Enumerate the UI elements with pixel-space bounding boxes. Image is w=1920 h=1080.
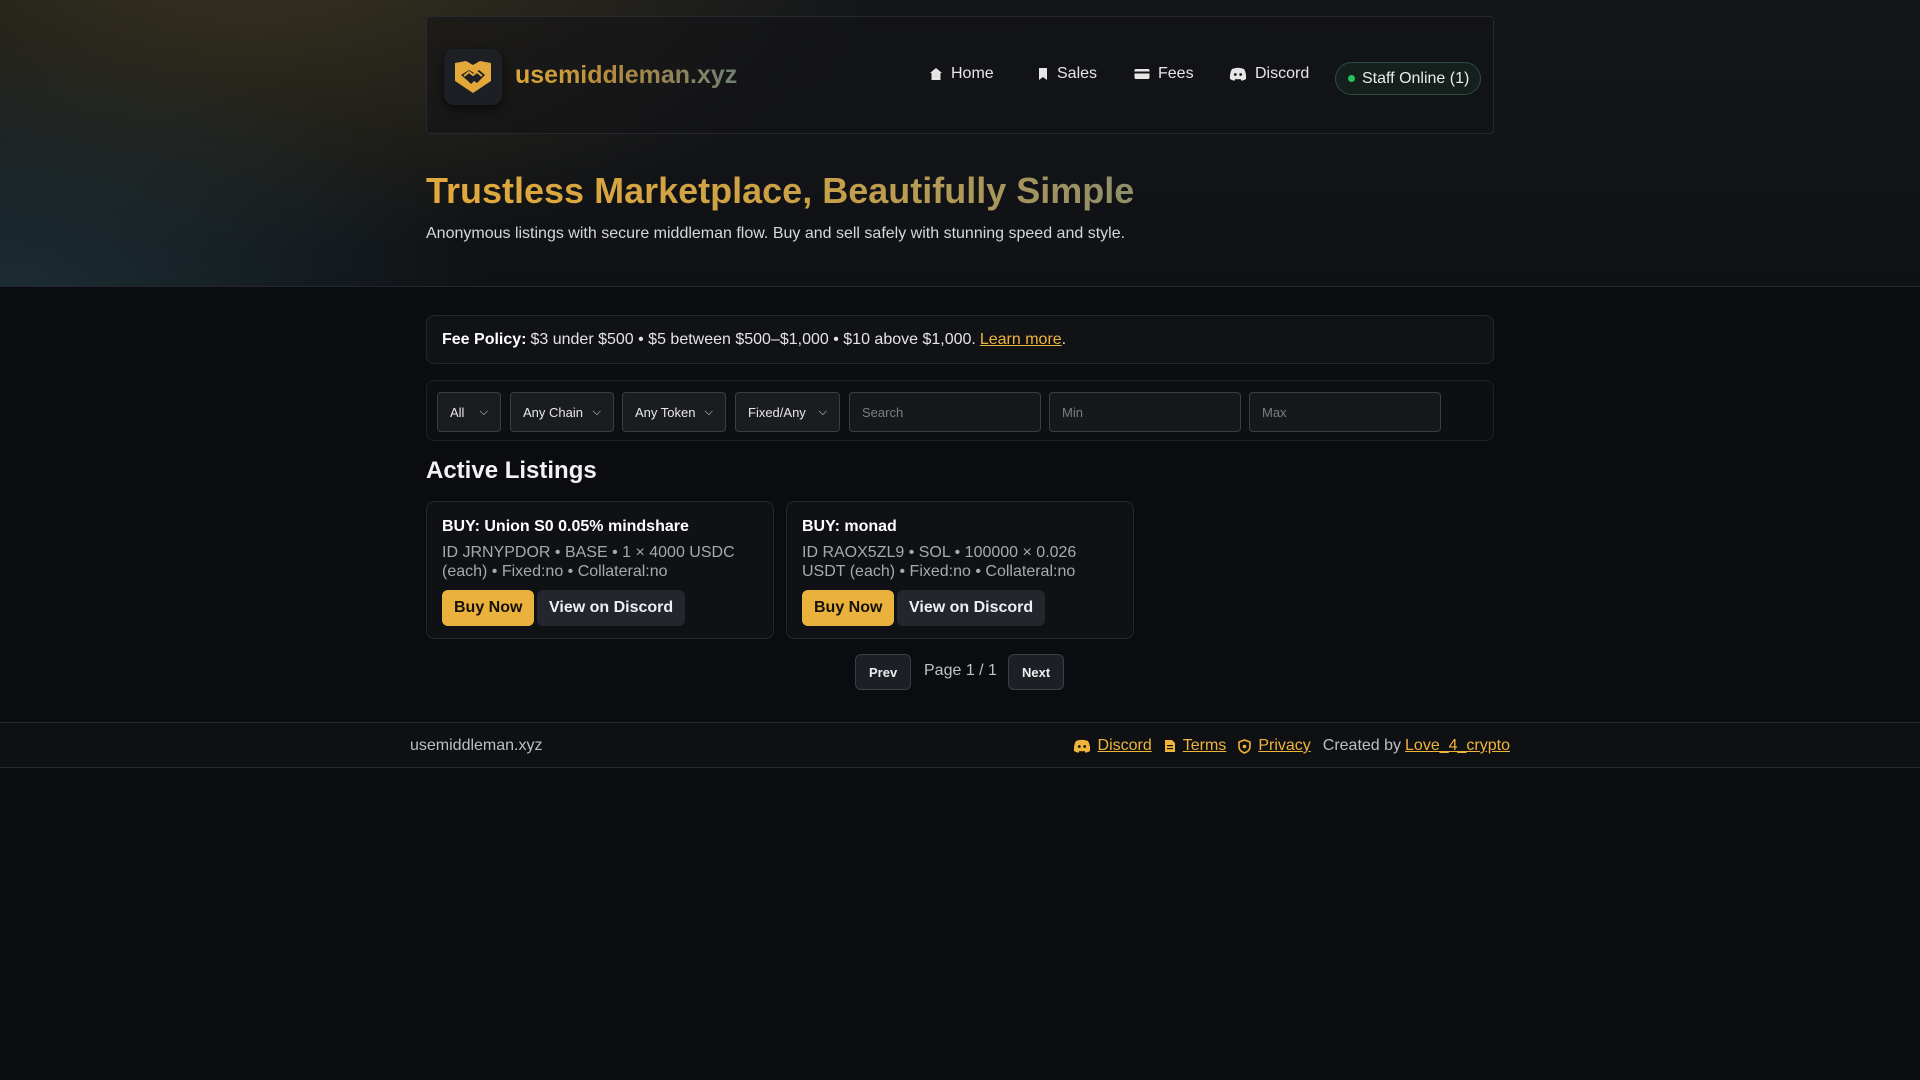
buy-now-button[interactable]: Buy Now <box>442 590 535 626</box>
discord-icon <box>1229 67 1247 81</box>
listing-card: BUY: monad ID RAOX5ZL9 • SOL • 100000 × … <box>786 501 1134 639</box>
listing-title: BUY: Union S0 0.05% mindshare <box>442 518 689 535</box>
brand-name[interactable]: usemiddleman.xyz <box>515 61 737 90</box>
min-price-input[interactable]: Min <box>1049 392 1241 432</box>
learn-more-link[interactable]: Learn more <box>980 331 1062 349</box>
nav-home-label: Home <box>951 65 994 82</box>
fee-policy-end: . <box>1061 330 1067 348</box>
footer-credit: Created by Love_4_crypto <box>1323 737 1510 755</box>
page-title: Trustless Marketplace, Beautifully Simpl… <box>426 170 1135 211</box>
chevron-down-icon: ⌵ <box>704 405 713 418</box>
listing-title: BUY: monad <box>802 518 897 535</box>
nav-sales[interactable]: Sales <box>1037 65 1097 83</box>
max-placeholder: Max <box>1262 404 1287 420</box>
document-icon <box>1164 740 1175 752</box>
chevron-down-icon: ⌵ <box>592 405 601 418</box>
fee-policy-text: $3 under $500 • $5 between $500–$1,000 •… <box>530 330 976 348</box>
type-select[interactable]: All ⌵ <box>437 392 501 432</box>
view-on-discord-button[interactable]: View on Discord <box>897 590 1046 626</box>
footer-discord: Discord <box>1073 737 1152 755</box>
fee-policy-label: Fee Policy: <box>442 330 527 348</box>
page-indicator: Page 1 / 1 <box>924 662 997 679</box>
view-on-discord-button[interactable]: View on Discord <box>537 590 686 626</box>
listing-card: BUY: Union S0 0.05% mindshare ID JRNYPDO… <box>426 501 774 639</box>
logo[interactable] <box>444 49 502 105</box>
search-placeholder: Search <box>862 404 904 420</box>
pricing-select[interactable]: Fixed/Any ⌵ <box>735 392 840 432</box>
pricing-select-value: Fixed/Any <box>748 404 806 420</box>
footer-terms: Terms <box>1164 737 1227 755</box>
min-placeholder: Min <box>1062 404 1083 420</box>
nav-fees-label: Fees <box>1158 65 1194 82</box>
max-price-input[interactable]: Max <box>1249 392 1441 432</box>
bookmark-icon <box>1039 68 1047 80</box>
chain-select[interactable]: Any Chain ⌵ <box>510 392 614 432</box>
home-icon <box>930 68 942 80</box>
page-subtitle: Anonymous listings with secure middleman… <box>426 225 1126 242</box>
header-bar: usemiddleman.xyz Home Sales Fees Discord… <box>426 16 1494 134</box>
next-page-button[interactable]: Next <box>1008 654 1065 690</box>
footer-terms-link[interactable]: Terms <box>1183 737 1227 755</box>
token-select[interactable]: Any Token ⌵ <box>622 392 726 432</box>
footer-created-by: Created by <box>1322 737 1402 754</box>
listing-meta: ID RAOX5ZL9 • SOL • 100000 × 0.026 USDT … <box>802 544 1077 580</box>
nav-discord-label: Discord <box>1255 65 1310 82</box>
listing-meta: ID JRNYPDOR • BASE • 1 × 4000 USDC (each… <box>442 544 735 580</box>
footer-author-link[interactable]: Love_4_crypto <box>1405 737 1510 755</box>
chevron-down-icon: ⌵ <box>818 405 827 418</box>
hero-section: usemiddleman.xyz Home Sales Fees Discord… <box>0 0 1920 287</box>
staff-online-label: Staff Online (1) <box>1362 69 1470 87</box>
token-select-value: Any Token <box>635 404 696 420</box>
online-status-dot <box>1348 75 1355 82</box>
chevron-down-icon: ⌵ <box>479 405 488 418</box>
credit-card-icon <box>1134 69 1150 79</box>
listings-heading: Active Listings <box>426 457 597 484</box>
nav-home[interactable]: Home <box>929 65 994 83</box>
filter-bar: All ⌵ Any Chain ⌵ Any Token ⌵ Fixed/Any … <box>426 380 1494 441</box>
nav-fees[interactable]: Fees <box>1134 65 1194 83</box>
buy-now-button[interactable]: Buy Now <box>802 590 895 626</box>
nav-discord[interactable]: Discord <box>1229 65 1309 83</box>
footer: usemiddleman.xyz Discord Terms Privacy C… <box>0 722 1920 768</box>
footer-brand: usemiddleman.xyz <box>410 737 543 754</box>
prev-page-button[interactable]: Prev <box>855 654 912 690</box>
handshake-icon <box>455 61 491 93</box>
shield-icon <box>1238 738 1252 754</box>
footer-discord-link[interactable]: Discord <box>1098 737 1152 755</box>
discord-icon <box>1073 739 1090 753</box>
footer-privacy-link[interactable]: Privacy <box>1258 737 1310 755</box>
chain-select-value: Any Chain <box>523 404 583 420</box>
type-select-value: All <box>450 404 465 420</box>
staff-online-badge[interactable]: Staff Online (1) <box>1335 62 1482 95</box>
footer-links: Discord Terms Privacy Created by Love_4_… <box>1061 737 1510 755</box>
footer-privacy: Privacy <box>1238 737 1311 755</box>
nav-sales-label: Sales <box>1057 65 1098 82</box>
search-input[interactable]: Search <box>849 392 1041 432</box>
fee-policy-banner: Fee Policy: $3 under $500 • $5 between $… <box>426 315 1494 364</box>
